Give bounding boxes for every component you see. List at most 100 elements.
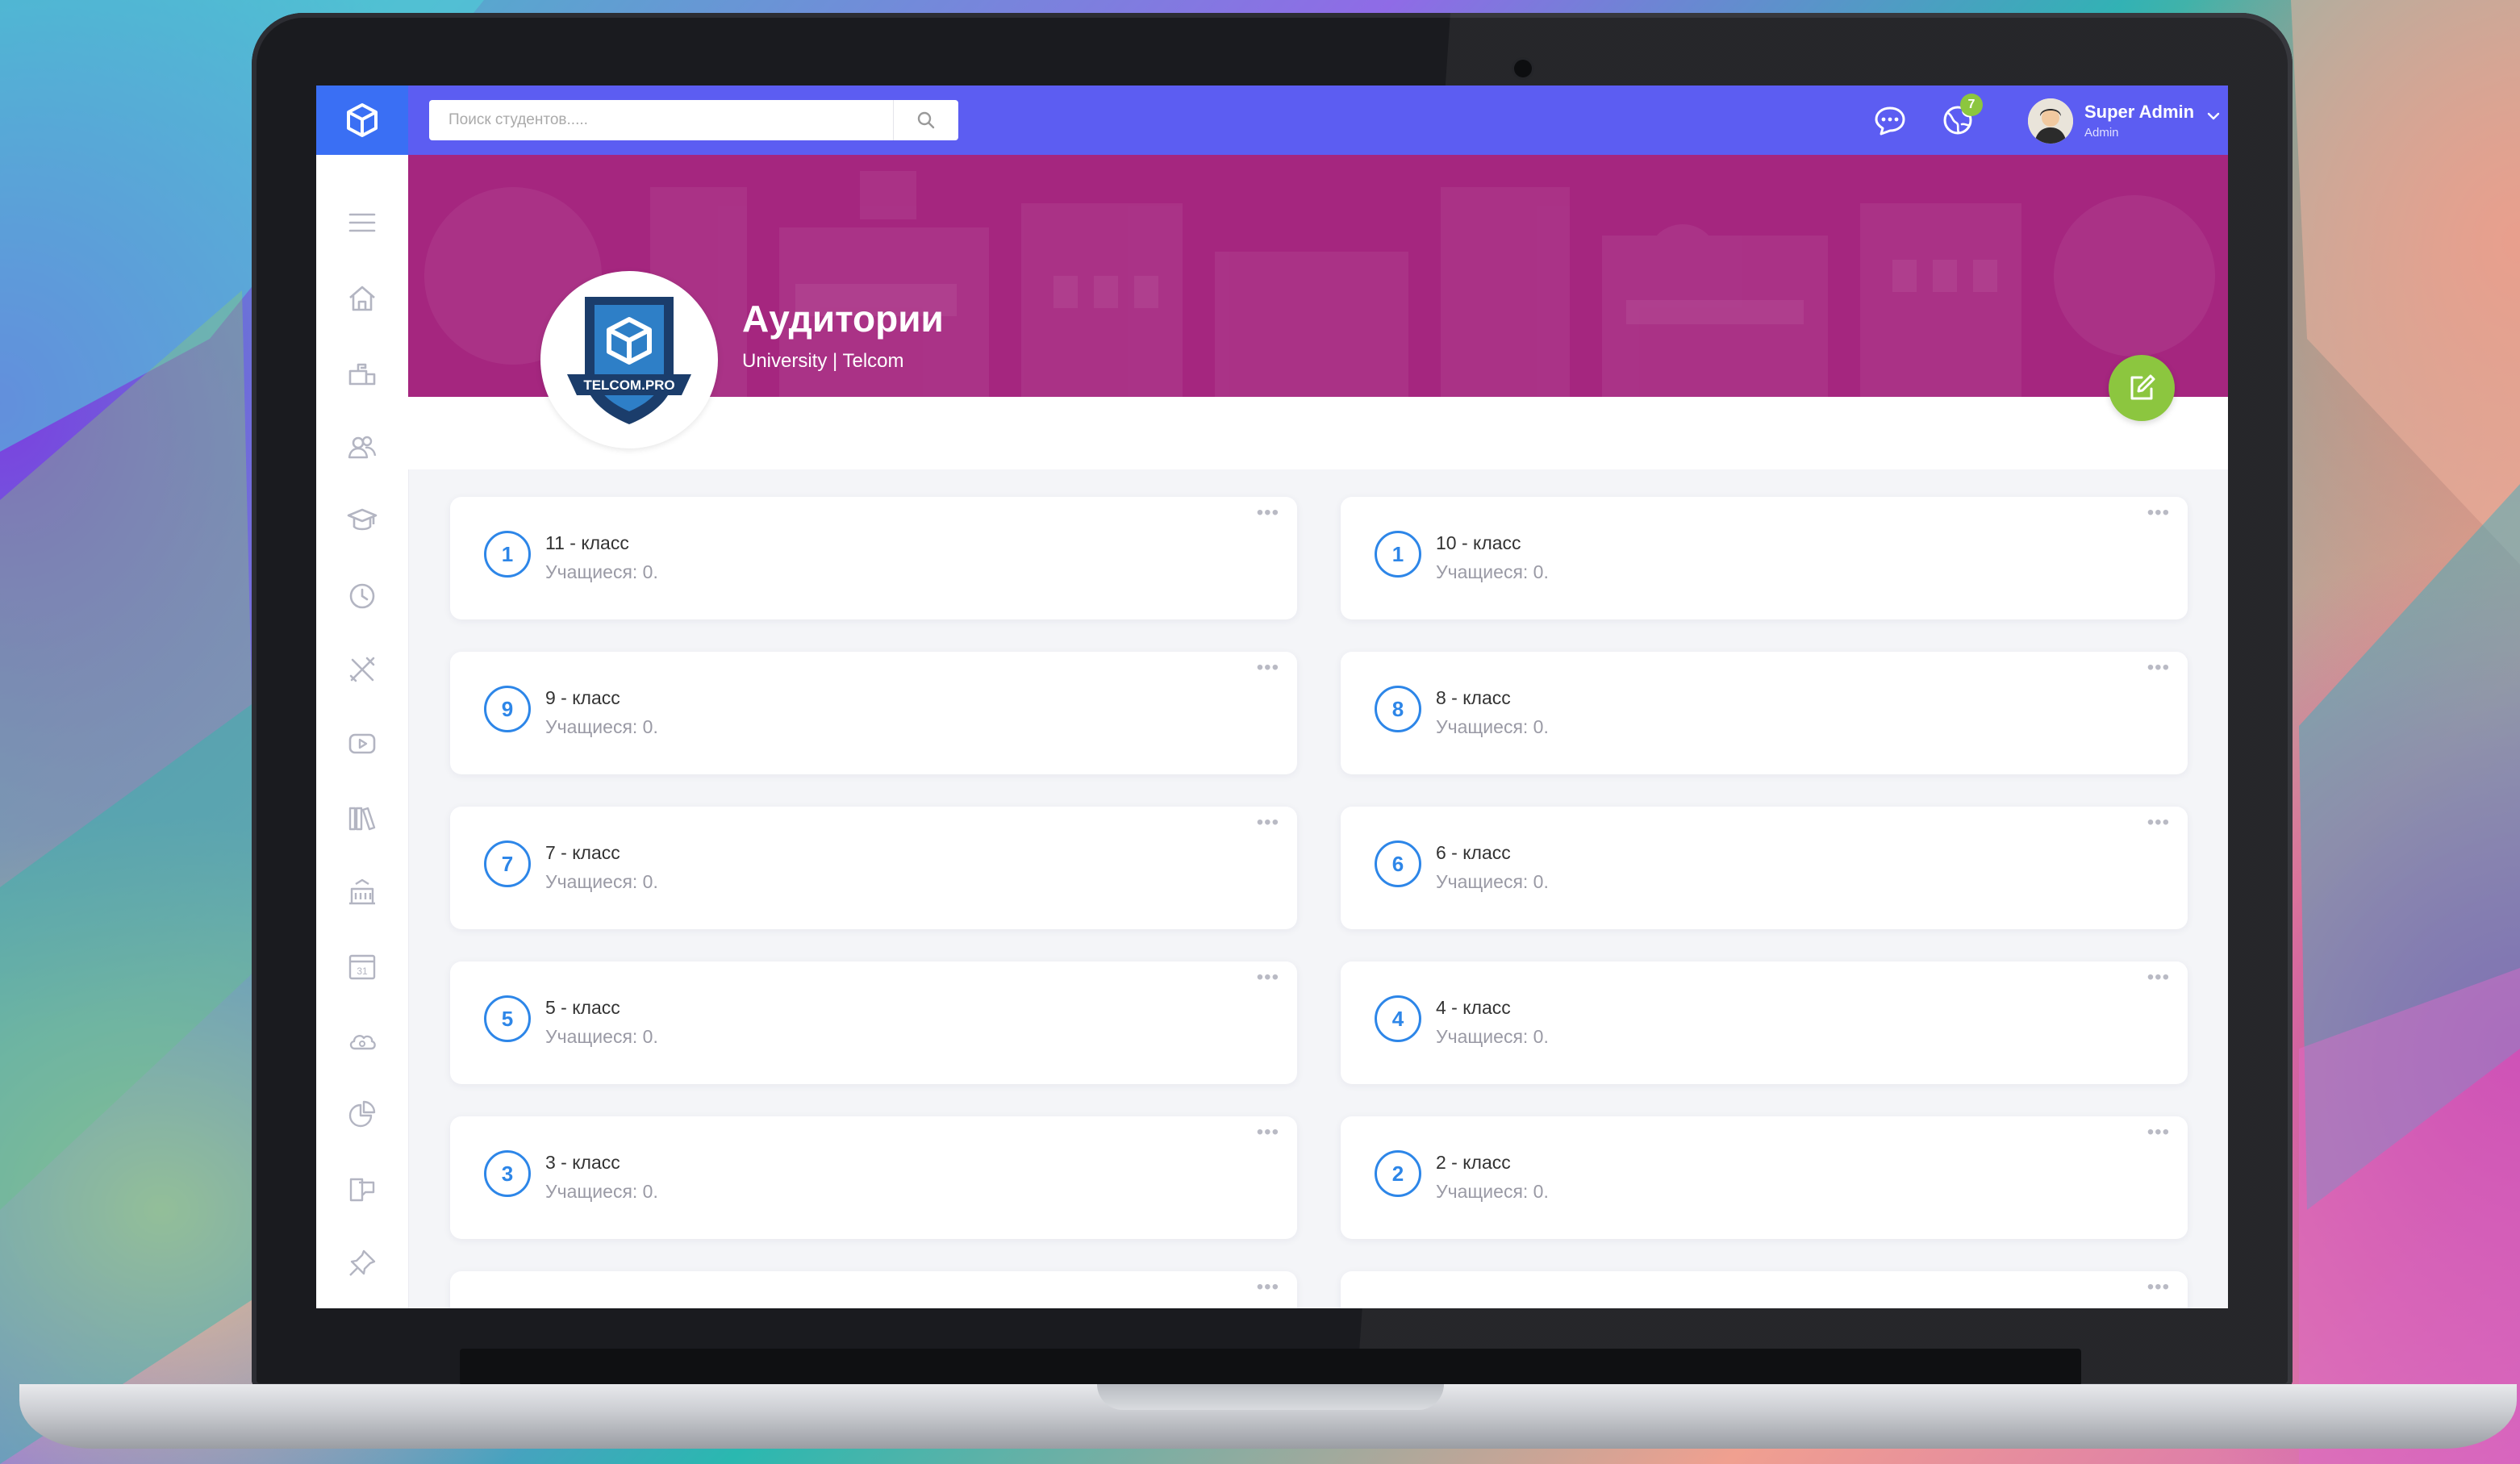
more-options-icon[interactable]: •••: [1257, 811, 1279, 834]
sidebar-item-home[interactable]: [346, 282, 378, 315]
page-subtitle: University | Telcom: [742, 350, 904, 372]
logo-text: TELCOM.PRO: [583, 377, 674, 393]
school-logo: TELCOM.PRO: [540, 271, 718, 448]
laptop-notch: [1097, 1384, 1444, 1410]
chevron-down-icon[interactable]: [2204, 106, 2223, 126]
more-options-icon[interactable]: •••: [2147, 966, 2170, 989]
app-screen: 7 Super Admin Admin: [316, 86, 2228, 1308]
classroom-number: 9: [484, 686, 531, 732]
more-options-icon[interactable]: •••: [1257, 1121, 1279, 1144]
classroom-students: Учащиеся: 0.: [545, 716, 658, 737]
classroom-name: 2 - класс: [1436, 1152, 1511, 1173]
sidebar-item-library[interactable]: [346, 802, 378, 834]
classroom-name: 11 - класс: [545, 532, 629, 553]
camera: [1514, 60, 1532, 77]
more-options-icon[interactable]: •••: [2147, 1276, 2170, 1299]
graduation-cap-icon: [347, 508, 378, 531]
sidebar-item-reports[interactable]: [346, 1099, 378, 1131]
classroom-students: Учащиеся: 0.: [1436, 871, 1549, 892]
classroom-students: Учащиеся: 0.: [545, 1181, 658, 1202]
classroom-number: 5: [484, 995, 531, 1042]
video-icon: [348, 733, 376, 754]
classroom-number: 1: [1375, 531, 1421, 578]
sidebar-menu-toggle[interactable]: [346, 206, 378, 239]
more-options-icon[interactable]: •••: [2147, 1121, 2170, 1144]
library-icon: [348, 807, 376, 831]
more-options-icon[interactable]: •••: [1257, 502, 1279, 524]
search-box: [429, 100, 958, 140]
sidebar-item-buildings[interactable]: [346, 876, 378, 908]
classroom-card[interactable]: 6 6 - класс Учащиеся: 0. •••: [1341, 807, 2188, 929]
classroom-card[interactable]: 2 2 - класс Учащиеся: 0. •••: [1341, 1116, 2188, 1239]
sidebar-item-calendar[interactable]: 31: [346, 950, 378, 982]
classroom-card-partial[interactable]: •••: [1341, 1271, 2188, 1308]
chat-bubble-icon: [1875, 106, 1905, 136]
clock-icon: [349, 583, 375, 609]
classroom-card[interactable]: 7 7 - класс Учащиеся: 0. •••: [450, 807, 1297, 929]
classroom-number: 4: [1375, 995, 1421, 1042]
sidebar-item-schedule[interactable]: [346, 579, 378, 611]
mailbox-icon: [348, 363, 376, 386]
classroom-card-partial[interactable]: •••: [450, 1271, 1297, 1308]
sidebar-item-users[interactable]: [346, 431, 378, 463]
classroom-card[interactable]: 3 3 - класс Учащиеся: 0. •••: [450, 1116, 1297, 1239]
sidebar-item-pinned[interactable]: [346, 1247, 378, 1279]
classroom-students: Учащиеся: 0.: [1436, 561, 1549, 582]
sidebar-item-videos[interactable]: [346, 728, 378, 760]
chat-icon: [349, 1178, 375, 1202]
more-options-icon[interactable]: •••: [1257, 1276, 1279, 1299]
messages-button[interactable]: [1871, 102, 1909, 139]
user-name[interactable]: Super Admin: [2084, 102, 2194, 123]
classroom-card[interactable]: 9 9 - класс Учащиеся: 0. •••: [450, 652, 1297, 774]
tools-icon: [349, 657, 375, 682]
more-options-icon[interactable]: •••: [2147, 657, 2170, 679]
search-input[interactable]: [429, 100, 889, 140]
classroom-card[interactable]: 1 10 - класс Учащиеся: 0. •••: [1341, 497, 2188, 619]
sidebar-item-chat[interactable]: [346, 1173, 378, 1205]
classroom-card[interactable]: 8 8 - класс Учащиеся: 0. •••: [1341, 652, 2188, 774]
classroom-name: 7 - класс: [545, 842, 620, 863]
classroom-number: 6: [1375, 840, 1421, 887]
search-button[interactable]: [893, 100, 958, 140]
classroom-card[interactable]: 1 11 - класс Учащиеся: 0. •••: [450, 497, 1297, 619]
menu-icon: [348, 213, 376, 232]
search-icon: [917, 111, 935, 129]
classroom-number: 8: [1375, 686, 1421, 732]
pie-chart-icon: [348, 1100, 376, 1128]
sidebar-item-students[interactable]: [346, 505, 378, 537]
pin-icon: [349, 1249, 376, 1276]
app-logo[interactable]: [316, 86, 408, 155]
edit-icon: [2130, 374, 2155, 400]
classroom-name: 8 - класс: [1436, 687, 1511, 708]
classroom-number: 3: [484, 1150, 531, 1197]
user-role: Admin: [2084, 126, 2119, 140]
more-options-icon[interactable]: •••: [2147, 502, 2170, 524]
more-options-icon[interactable]: •••: [2147, 811, 2170, 834]
classroom-number: 7: [484, 840, 531, 887]
classroom-card[interactable]: 5 5 - класс Учащиеся: 0. •••: [450, 961, 1297, 1084]
classroom-name: 4 - класс: [1436, 997, 1511, 1018]
page-title: Аудитории: [742, 298, 944, 340]
sidebar-item-cloud[interactable]: [346, 1024, 378, 1057]
classroom-number: 1: [484, 531, 531, 578]
classroom-name: 6 - класс: [1436, 842, 1511, 863]
classroom-students: Учащиеся: 0.: [1436, 1026, 1549, 1047]
classroom-students: Учащиеся: 0.: [545, 561, 658, 582]
more-options-icon[interactable]: •••: [1257, 966, 1279, 989]
sidebar-item-tools[interactable]: [346, 653, 378, 686]
classroom-card[interactable]: 4 4 - класс Учащиеся: 0. •••: [1341, 961, 2188, 1084]
classroom-students: Учащиеся: 0.: [1436, 1181, 1549, 1202]
edit-button[interactable]: [2109, 355, 2175, 421]
classroom-name: 9 - класс: [545, 687, 620, 708]
avatar-image: [2028, 98, 2073, 144]
user-avatar[interactable]: [2028, 98, 2073, 144]
cube-logo-icon: [347, 103, 378, 137]
classroom-name: 3 - класс: [545, 1152, 620, 1173]
classroom-students: Учащиеся: 0.: [1436, 716, 1549, 737]
sidebar: 31: [316, 155, 409, 1308]
cloud-icon: [349, 1035, 376, 1050]
sidebar-item-mail[interactable]: [346, 357, 378, 389]
notification-badge: 7: [1960, 94, 1983, 116]
more-options-icon[interactable]: •••: [1257, 657, 1279, 679]
building-icon: [349, 878, 375, 905]
